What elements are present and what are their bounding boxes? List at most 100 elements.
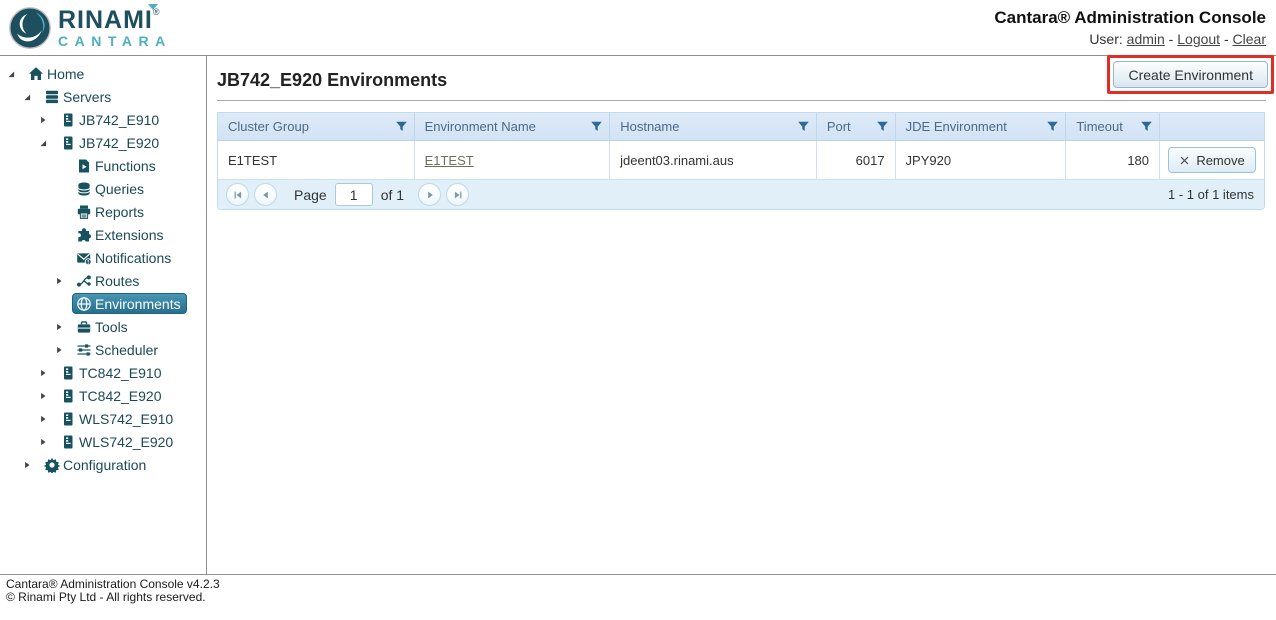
cell-action: Remove: [1160, 141, 1264, 179]
server-icon: [59, 433, 76, 450]
pager-first-button[interactable]: [226, 183, 249, 206]
sidebar-item-label: WLS742_E920: [79, 434, 173, 450]
sidebar-item-label: Servers: [63, 89, 111, 105]
sidebar-item-chip: JB742_E910: [56, 109, 165, 130]
filter-icon[interactable]: [1140, 120, 1153, 133]
sidebar-item-scheduler[interactable]: Scheduler: [0, 338, 206, 361]
caret-expanded-icon[interactable]: [38, 135, 56, 151]
logo-wordmark: RINAMI® CANTARA: [58, 8, 172, 48]
caret-spacer: [54, 250, 72, 266]
sidebar-item-chip: Configuration: [40, 454, 152, 475]
caret-collapsed-icon[interactable]: [54, 273, 72, 289]
sidebar-item-label: JB742_E910: [79, 112, 159, 128]
caret-collapsed-icon[interactable]: [38, 365, 56, 381]
page-number-input[interactable]: [335, 183, 373, 206]
content-area: Home Servers JB742_E910 JB742_E920 Functions…: [0, 56, 1276, 574]
sidebar-item-tc842-e920[interactable]: TC842_E920: [0, 384, 206, 407]
cell-port: 6017: [817, 141, 896, 179]
column-header-cluster_group[interactable]: Cluster Group: [218, 113, 415, 140]
cell-hostname: jdeent03.rinami.aus: [610, 141, 817, 179]
filter-icon[interactable]: [395, 120, 408, 133]
filter-icon[interactable]: [797, 120, 810, 133]
caret-collapsed-icon[interactable]: [38, 411, 56, 427]
sidebar-item-wls742-e910[interactable]: WLS742_E910: [0, 407, 206, 430]
column-header-jde_environment[interactable]: JDE Environment: [896, 113, 1067, 140]
user-link[interactable]: admin: [1127, 31, 1165, 47]
caret-collapsed-icon[interactable]: [54, 342, 72, 358]
sidebar-item-tools[interactable]: Tools: [0, 315, 206, 338]
sidebar-item-tc842-e910[interactable]: TC842_E910: [0, 361, 206, 384]
sidebar-item-label: Tools: [95, 319, 128, 335]
notifications-icon: [75, 249, 92, 266]
filter-icon[interactable]: [1046, 120, 1059, 133]
remove-button[interactable]: Remove: [1168, 147, 1255, 173]
column-header-environment_name[interactable]: Environment Name: [415, 113, 611, 140]
server-icon: [59, 387, 76, 404]
sidebar-item-label: Functions: [95, 158, 156, 174]
logo-secondary-text: CANTARA: [58, 34, 172, 48]
caret-expanded-icon[interactable]: [22, 89, 40, 105]
column-header-label: Timeout: [1076, 119, 1122, 134]
tools-icon: [75, 318, 92, 335]
sidebar-item-label: Home: [47, 66, 84, 82]
logo-primary-text: RINAMI: [58, 6, 153, 34]
sidebar-item-notifications[interactable]: Notifications: [0, 246, 206, 269]
sidebar-item-jb742-e910[interactable]: JB742_E910: [0, 108, 206, 131]
pager-prev-button[interactable]: [254, 183, 277, 206]
sidebar-item-functions[interactable]: Functions: [0, 154, 206, 177]
sidebar-item-label: Reports: [95, 204, 144, 220]
sidebar-item-reports[interactable]: Reports: [0, 200, 206, 223]
column-header-port[interactable]: Port: [817, 113, 896, 140]
column-header-hostname[interactable]: Hostname: [610, 113, 817, 140]
sidebar-item-label: JB742_E920: [79, 135, 159, 151]
sidebar-item-routes[interactable]: Routes: [0, 269, 206, 292]
filter-icon[interactable]: [876, 120, 889, 133]
separator: -: [1220, 31, 1232, 47]
sidebar-item-chip: Extensions: [72, 224, 169, 245]
create-environment-button[interactable]: Create Environment: [1113, 61, 1268, 88]
caret-collapsed-icon[interactable]: [22, 457, 40, 473]
sidebar-item-extensions[interactable]: Extensions: [0, 223, 206, 246]
user-label: User:: [1089, 31, 1122, 47]
logout-link[interactable]: Logout: [1177, 31, 1220, 47]
caret-collapsed-icon[interactable]: [38, 112, 56, 128]
scheduler-icon: [75, 341, 92, 358]
filter-icon[interactable]: [590, 120, 603, 133]
sidebar-item-label: Notifications: [95, 250, 171, 266]
caret-expanded-icon[interactable]: [6, 66, 24, 82]
sidebar-item-chip: Environments: [72, 293, 187, 314]
column-header-action: [1160, 113, 1264, 140]
annotation-highlight: Create Environment: [1107, 55, 1274, 94]
remove-button-label: Remove: [1196, 153, 1244, 168]
environment-name-link[interactable]: E1TEST: [425, 153, 474, 168]
sidebar-item-home[interactable]: Home: [0, 62, 206, 85]
sidebar-item-queries[interactable]: Queries: [0, 177, 206, 200]
pager-next-button[interactable]: [418, 183, 441, 206]
sidebar-item-wls742-e920[interactable]: WLS742_E920: [0, 430, 206, 453]
sidebar-item-configuration[interactable]: Configuration: [0, 453, 206, 476]
configuration-icon: [43, 456, 60, 473]
caret-spacer: [54, 296, 72, 312]
rinami-logo-icon: [8, 6, 52, 50]
pager-items-summary: 1 - 1 of 1 items: [1168, 187, 1254, 202]
caret-spacer: [54, 227, 72, 243]
sidebar-item-label: WLS742_E910: [79, 411, 173, 427]
cell-environment_name: E1TEST: [415, 141, 611, 179]
sidebar-item-servers[interactable]: Servers: [0, 85, 206, 108]
navigation-tree: Home Servers JB742_E910 JB742_E920 Functions…: [0, 56, 207, 574]
caret-collapsed-icon[interactable]: [54, 319, 72, 335]
column-header-label: Environment Name: [425, 119, 536, 134]
clear-link[interactable]: Clear: [1233, 31, 1266, 47]
caret-collapsed-icon[interactable]: [38, 388, 56, 404]
sidebar-item-jb742-e920[interactable]: JB742_E920: [0, 131, 206, 154]
pager-last-button[interactable]: [446, 183, 469, 206]
sidebar-item-environments[interactable]: Environments: [0, 292, 206, 315]
sidebar-item-chip: Queries: [72, 178, 150, 199]
caret-collapsed-icon[interactable]: [38, 434, 56, 450]
column-header-timeout[interactable]: Timeout: [1066, 113, 1160, 140]
separator: -: [1165, 31, 1177, 47]
sidebar-item-chip: Home: [24, 63, 90, 84]
remove-x-icon: [1179, 155, 1190, 166]
home-icon: [27, 65, 44, 82]
footer-copyright-text: © Rinami Pty Ltd - All rights reserved.: [6, 591, 1276, 604]
